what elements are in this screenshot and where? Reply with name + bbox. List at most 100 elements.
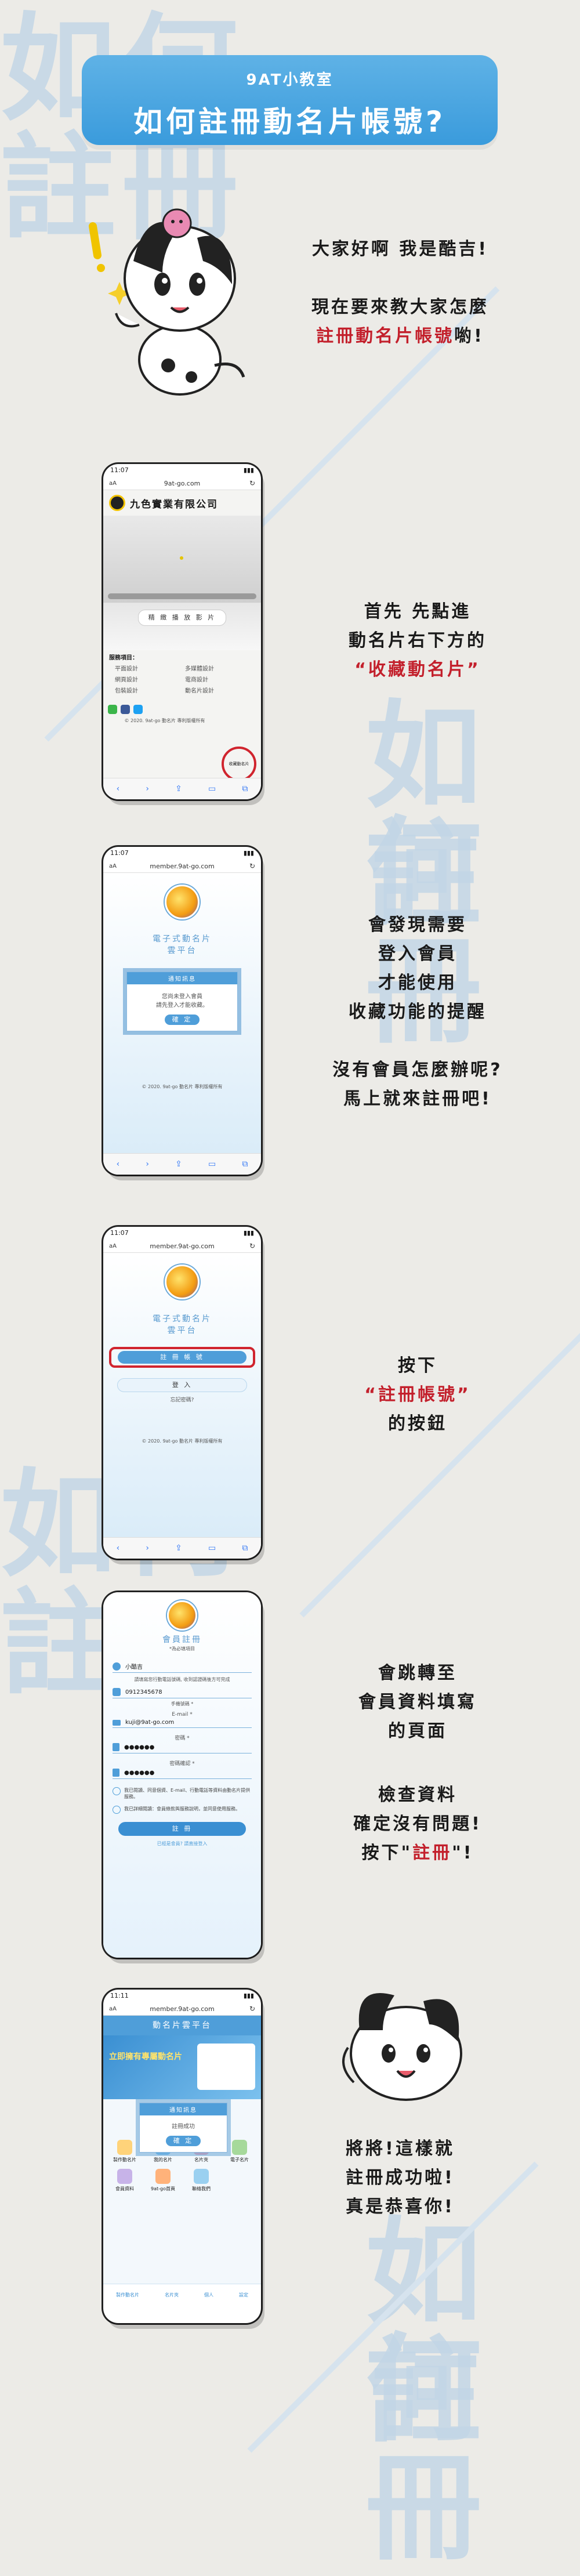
name-field[interactable]: 小酷吉 bbox=[125, 1662, 143, 1671]
dialog-line-1: 您尚未登入會員 bbox=[162, 994, 202, 1000]
menu-item[interactable]: 製作動名片 bbox=[107, 2140, 143, 2163]
banner-subtitle: 9AT小教室 bbox=[246, 71, 334, 89]
submit-register-button[interactable]: 註 冊 bbox=[118, 1822, 246, 1836]
forward-icon[interactable]: › bbox=[146, 1160, 149, 1169]
menu-item-label: 聯絡我們 bbox=[192, 2186, 211, 2191]
confirm-password-field[interactable]: ●●●●●● bbox=[124, 1770, 154, 1776]
agree-checkbox-1[interactable] bbox=[113, 1787, 121, 1795]
text-size-icon[interactable]: aA bbox=[109, 863, 117, 869]
menu-item[interactable]: 會員資料 bbox=[107, 2169, 143, 2192]
url-bar[interactable]: aA member.9at-go.com ↻ bbox=[103, 860, 261, 873]
play-dot-icon bbox=[180, 556, 183, 560]
status-bar: 11:07 ▮▮▮ bbox=[103, 1227, 261, 1240]
back-icon[interactable]: ‹ bbox=[117, 1544, 120, 1553]
reload-icon[interactable]: ↻ bbox=[249, 2005, 255, 2013]
platform-logo bbox=[165, 1265, 200, 1299]
tab-item[interactable]: 設定 bbox=[239, 2292, 248, 2298]
url-bar[interactable]: aA member.9at-go.com ↻ bbox=[103, 2002, 261, 2016]
tabs-icon[interactable]: ⧉ bbox=[242, 1544, 248, 1553]
dialog-line-2: 請先登入才能收藏。 bbox=[156, 1002, 208, 1009]
agree-checkbox-2[interactable] bbox=[113, 1806, 121, 1814]
step4-line-6-post: "! bbox=[452, 1843, 474, 1863]
back-icon[interactable]: ‹ bbox=[117, 1160, 120, 1169]
status-bar: 11:07 ▮▮▮ bbox=[103, 464, 261, 477]
tabs-icon[interactable]: ⧉ bbox=[242, 1160, 248, 1169]
confirm-password-label: 密碼確認 * bbox=[169, 1761, 195, 1767]
forward-icon[interactable]: › bbox=[146, 784, 149, 794]
promo-banner[interactable]: 立即擁有專屬動名片 bbox=[103, 2035, 261, 2099]
email-icon bbox=[113, 1719, 121, 1726]
password-field[interactable]: ●●●●●● bbox=[124, 1744, 154, 1751]
step1-line-1: 首先 先點進 bbox=[364, 602, 472, 622]
step3-line-1: 按下 bbox=[398, 1356, 437, 1376]
text-size-icon[interactable]: aA bbox=[109, 2006, 117, 2012]
menu-icon bbox=[232, 2140, 247, 2155]
platform-title-2: 雲平台 bbox=[167, 946, 197, 955]
bookmarks-icon[interactable]: ▭ bbox=[208, 784, 216, 794]
step2-line-2: 登入會員 bbox=[378, 944, 457, 964]
step4-line-6-pre: 按下" bbox=[361, 1843, 413, 1863]
share-icon[interactable]: ⇪ bbox=[175, 784, 182, 794]
company-name: 九色實業有限公司 bbox=[130, 498, 218, 510]
dialog-ok-button[interactable]: 確 定 bbox=[165, 1015, 200, 1025]
reload-icon[interactable]: ↻ bbox=[249, 479, 255, 487]
play-video-button[interactable]: 精 緻 播 放 影 片 bbox=[138, 610, 226, 626]
step2-caption: 會發現需要 登入會員 才能使用 收藏功能的提醒 沒有會員怎麼辦呢? 馬上就來註冊… bbox=[290, 911, 545, 1114]
tab-item[interactable]: 個人 bbox=[204, 2292, 213, 2298]
step2-line-6: 馬上就來註冊吧! bbox=[343, 1089, 492, 1109]
step1-line-3: “收藏動名片” bbox=[354, 660, 481, 680]
share-icon[interactable]: ⇪ bbox=[175, 1160, 182, 1169]
phone-hint: 手機號碼 * bbox=[171, 1701, 194, 1707]
login-button[interactable]: 登 入 bbox=[117, 1378, 247, 1392]
forgot-password-link[interactable]: 忘記密碼? bbox=[103, 1396, 261, 1403]
url-text: member.9at-go.com bbox=[150, 2005, 215, 2013]
intro-line-2: 現在要來教大家怎麼 bbox=[311, 297, 489, 317]
video-area[interactable] bbox=[103, 516, 261, 603]
reload-icon[interactable]: ↻ bbox=[249, 1242, 255, 1250]
url-bar[interactable]: aA 9at-go.com ↻ bbox=[103, 477, 261, 490]
facebook-icon[interactable] bbox=[121, 705, 130, 714]
back-icon[interactable]: ‹ bbox=[117, 784, 120, 794]
dialog-title: 通知訊息 bbox=[127, 972, 237, 984]
login-dialog: 通知訊息 您尚未登入會員 請先登入才能收藏。 確 定 bbox=[126, 972, 238, 1031]
url-text: member.9at-go.com bbox=[150, 1242, 215, 1250]
success-dialog: 通知訊息 註冊成功 確 定 bbox=[139, 2103, 227, 2153]
text-size-icon[interactable]: aA bbox=[109, 480, 117, 487]
twitter-icon[interactable] bbox=[133, 705, 143, 714]
register-account-button[interactable]: 註 冊 帳 號 bbox=[118, 1351, 246, 1364]
agree-text-2: 我已詳細閱讀：會員條款與服務說明，並同意使用服務。 bbox=[124, 1806, 240, 1811]
login-link[interactable]: 已經是會員? 請直接登入 bbox=[113, 1840, 252, 1847]
phone-field[interactable]: 0912345678 bbox=[125, 1689, 162, 1695]
forward-icon[interactable]: › bbox=[146, 1544, 149, 1553]
line-icon[interactable] bbox=[108, 705, 117, 714]
menu-item-label: 製作動名片 bbox=[113, 2157, 136, 2162]
battery-icon: ▮▮▮ bbox=[243, 466, 254, 474]
promo-image bbox=[197, 2044, 255, 2090]
step4-line-3: 的頁面 bbox=[388, 1721, 447, 1741]
share-icon[interactable]: ⇪ bbox=[175, 1544, 182, 1553]
tabs-icon[interactable]: ⧉ bbox=[242, 784, 248, 794]
intro-line-1: 大家好啊 我是酷吉! bbox=[311, 239, 489, 259]
phone-screenshot-login-reminder: 11:07 ▮▮▮ aA member.9at-go.com ↻ 電子式動名片 雲平台… bbox=[103, 847, 261, 1175]
menu-item[interactable]: 聯絡我們 bbox=[183, 2169, 219, 2192]
phone-screenshot-register-success: 11:11 ▮▮▮ aA member.9at-go.com ↻ 動名片雲平台 立即擁… bbox=[103, 1990, 261, 2323]
menu-item[interactable]: 9at-go首頁 bbox=[145, 2169, 181, 2192]
url-bar[interactable]: aA member.9at-go.com ↻ bbox=[103, 1240, 261, 1253]
bookmarks-icon[interactable]: ▭ bbox=[208, 1160, 216, 1169]
step2-line-3: 才能使用 bbox=[378, 973, 457, 993]
text-size-icon[interactable]: aA bbox=[109, 1243, 117, 1249]
reload-icon[interactable]: ↻ bbox=[249, 862, 255, 870]
video-controls[interactable] bbox=[108, 593, 256, 599]
menu-item-label: 會員資料 bbox=[115, 2186, 134, 2191]
menu-icon bbox=[117, 2140, 132, 2155]
intro-line-3: 喲! bbox=[454, 326, 484, 346]
services-label: 服務項目： bbox=[109, 655, 138, 661]
tab-item[interactable]: 製作動名片 bbox=[116, 2292, 139, 2298]
bookmarks-icon[interactable]: ▭ bbox=[208, 1544, 216, 1553]
tab-item[interactable]: 名片夾 bbox=[165, 2292, 179, 2298]
collect-card-button[interactable]: 收藏動名片 bbox=[222, 747, 256, 781]
email-field[interactable]: kuji@9at-go.com bbox=[125, 1719, 174, 1726]
menu-icon bbox=[194, 2169, 209, 2184]
dialog-ok-button[interactable]: 確 定 bbox=[166, 2136, 201, 2146]
lock-icon bbox=[113, 1743, 119, 1751]
